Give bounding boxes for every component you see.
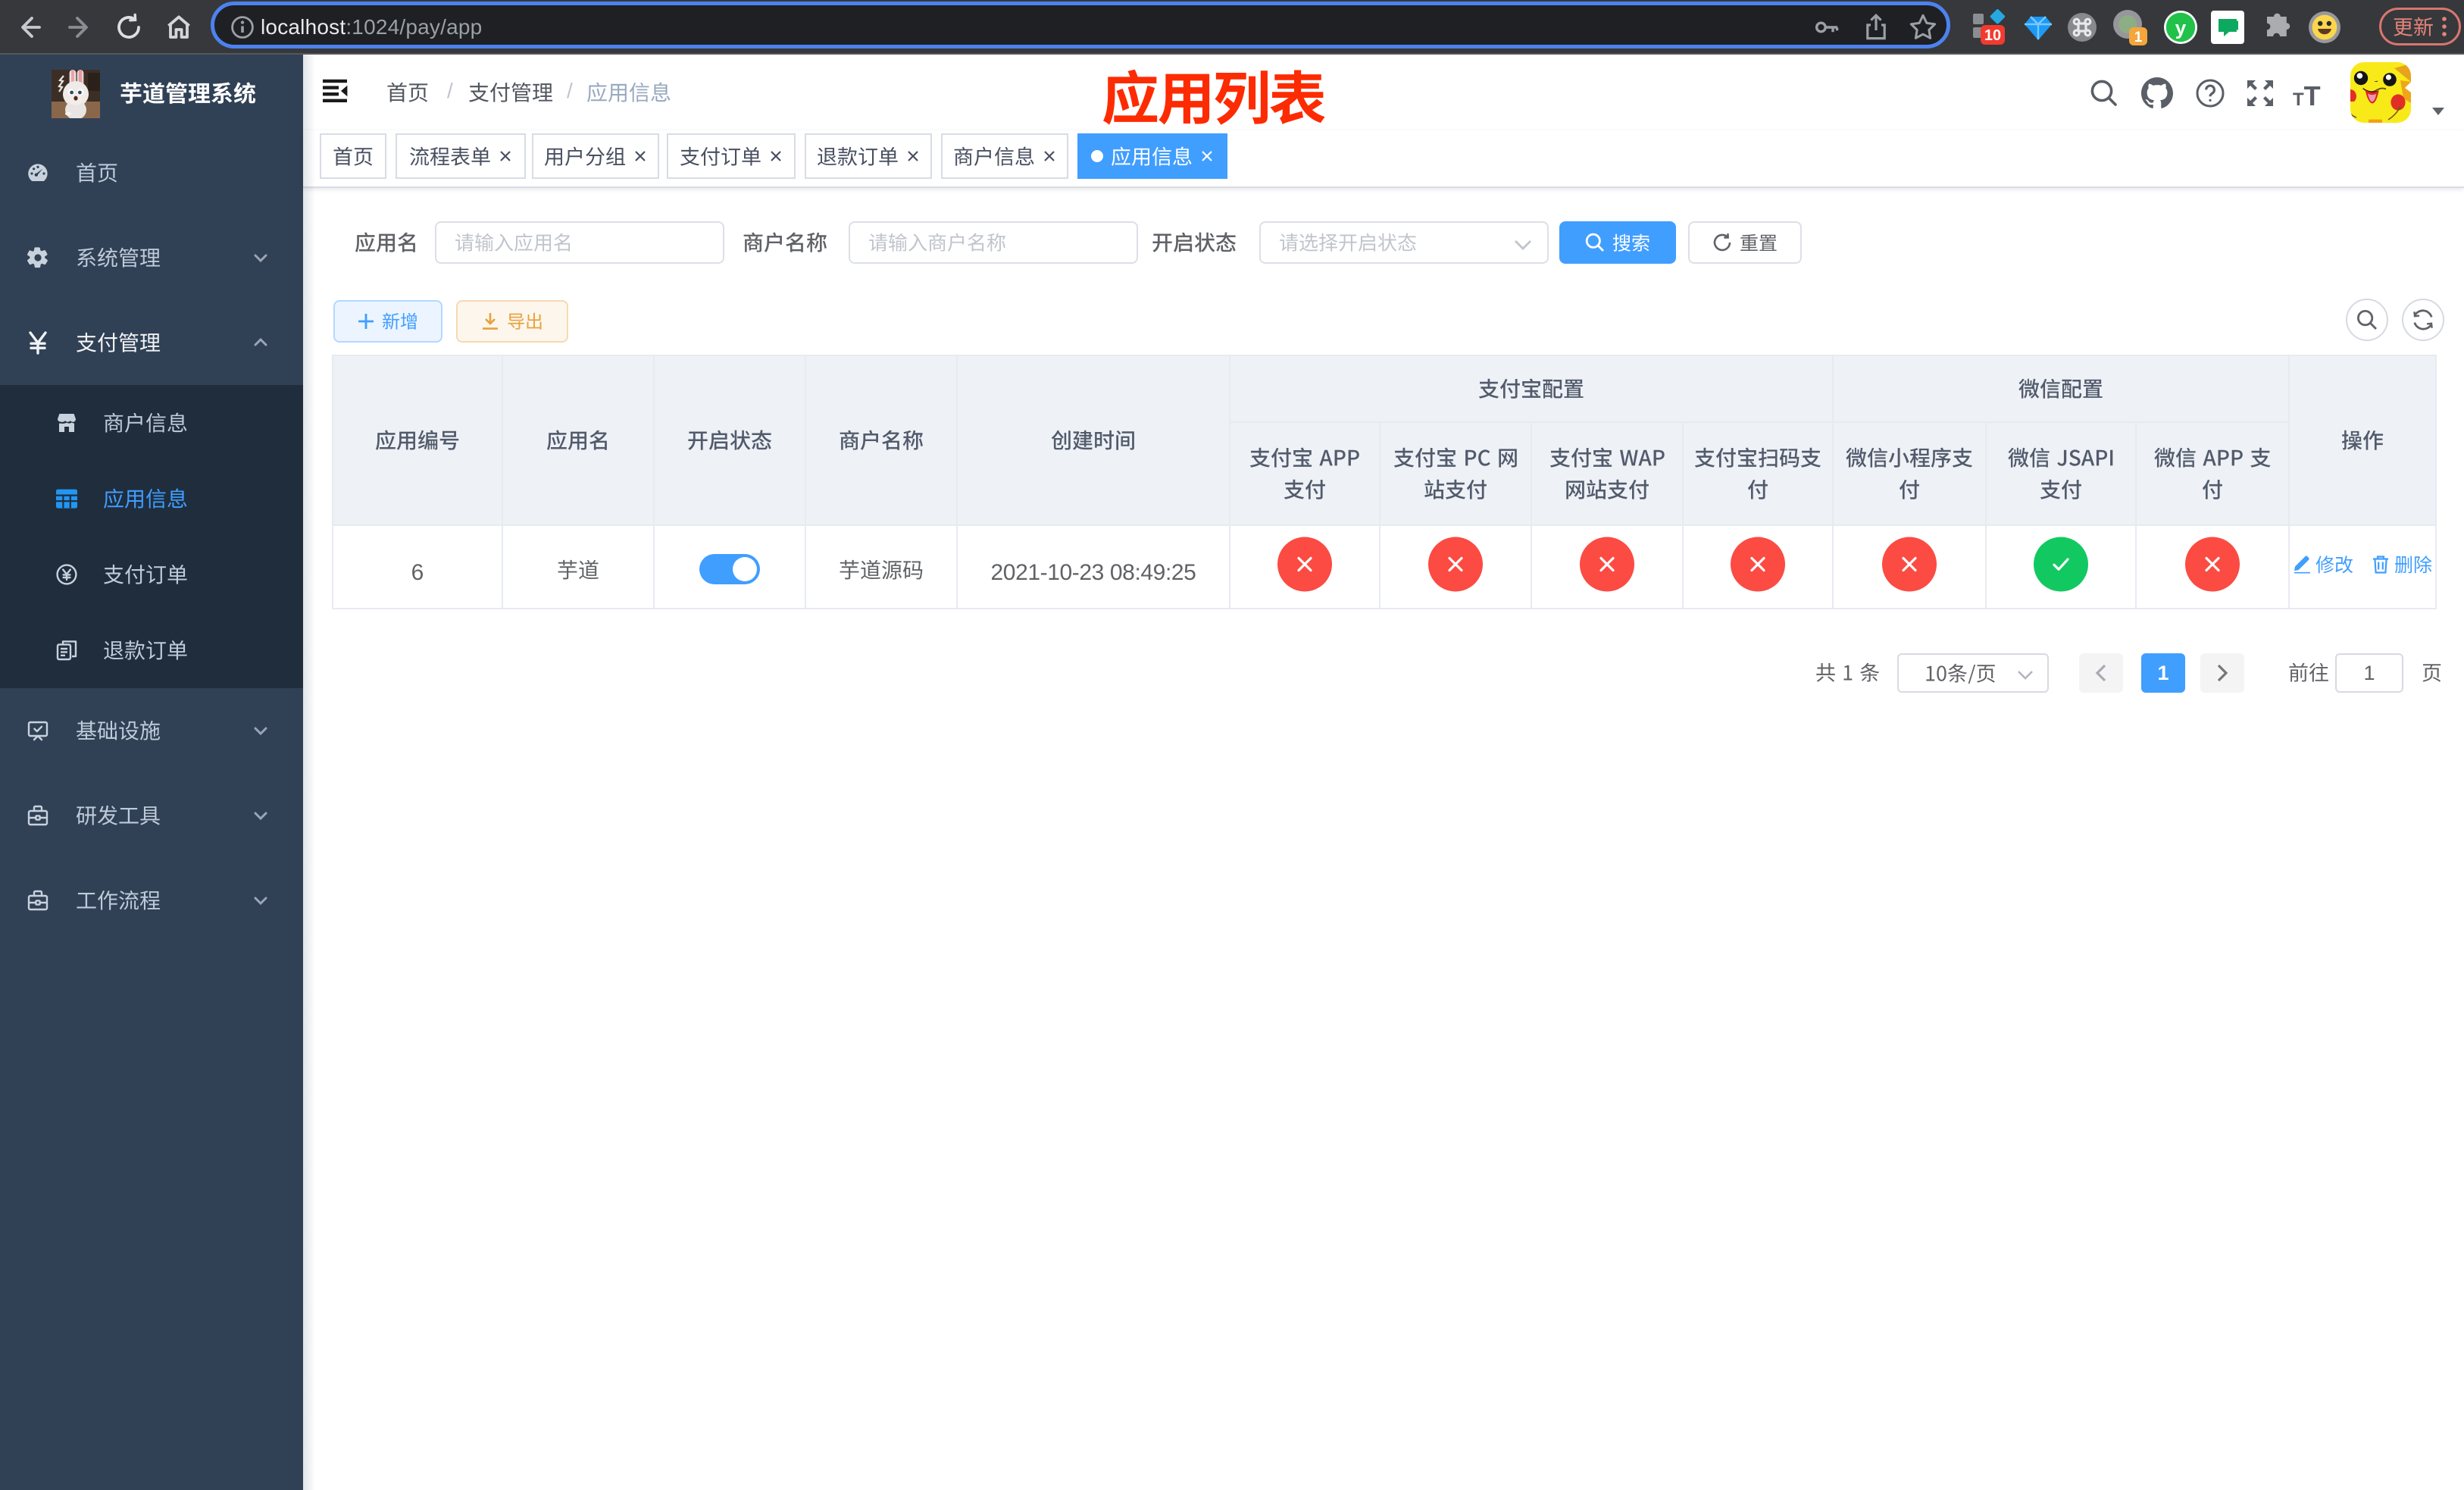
svg-text:y: y — [2175, 17, 2187, 39]
svg-text:10: 10 — [1984, 27, 2001, 44]
svg-text:1: 1 — [2134, 30, 2143, 45]
